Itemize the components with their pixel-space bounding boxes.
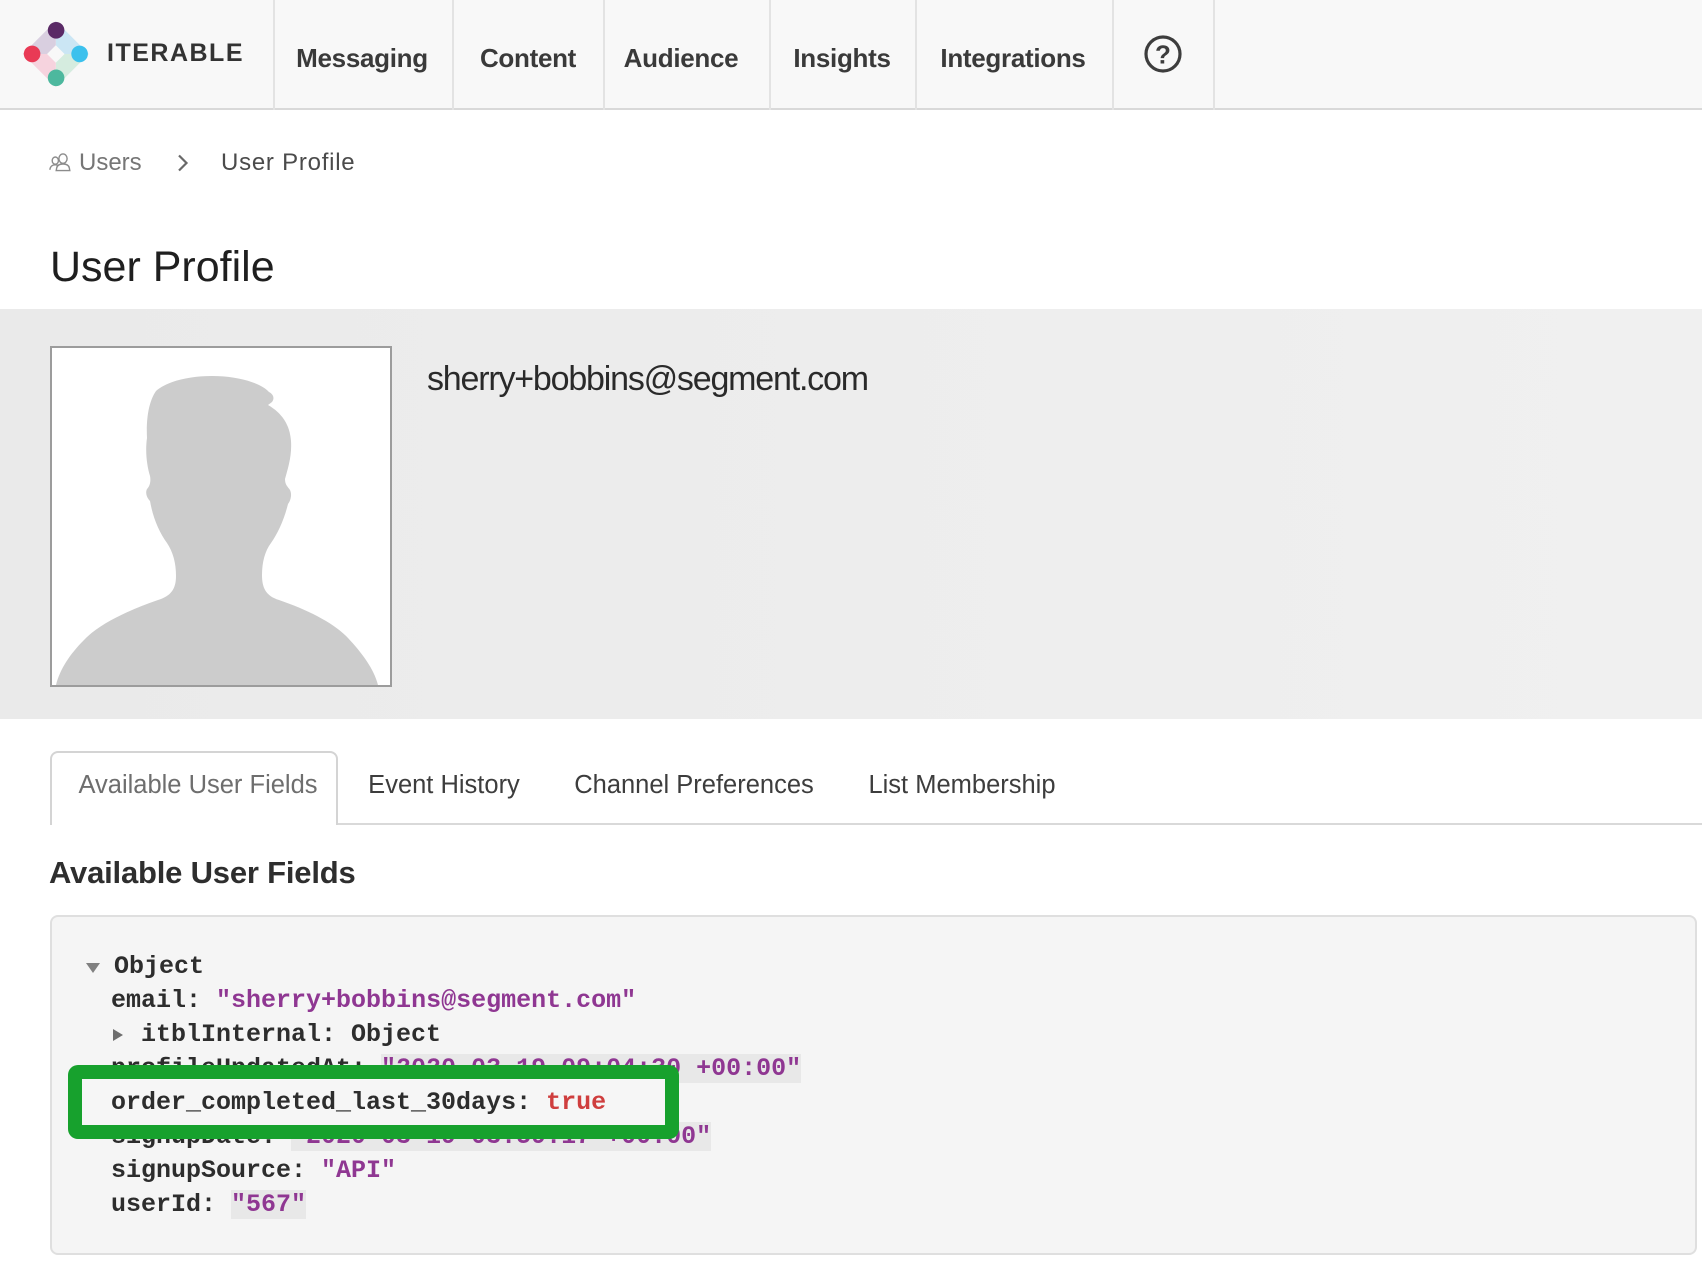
svg-text:?: ? xyxy=(1155,40,1171,70)
